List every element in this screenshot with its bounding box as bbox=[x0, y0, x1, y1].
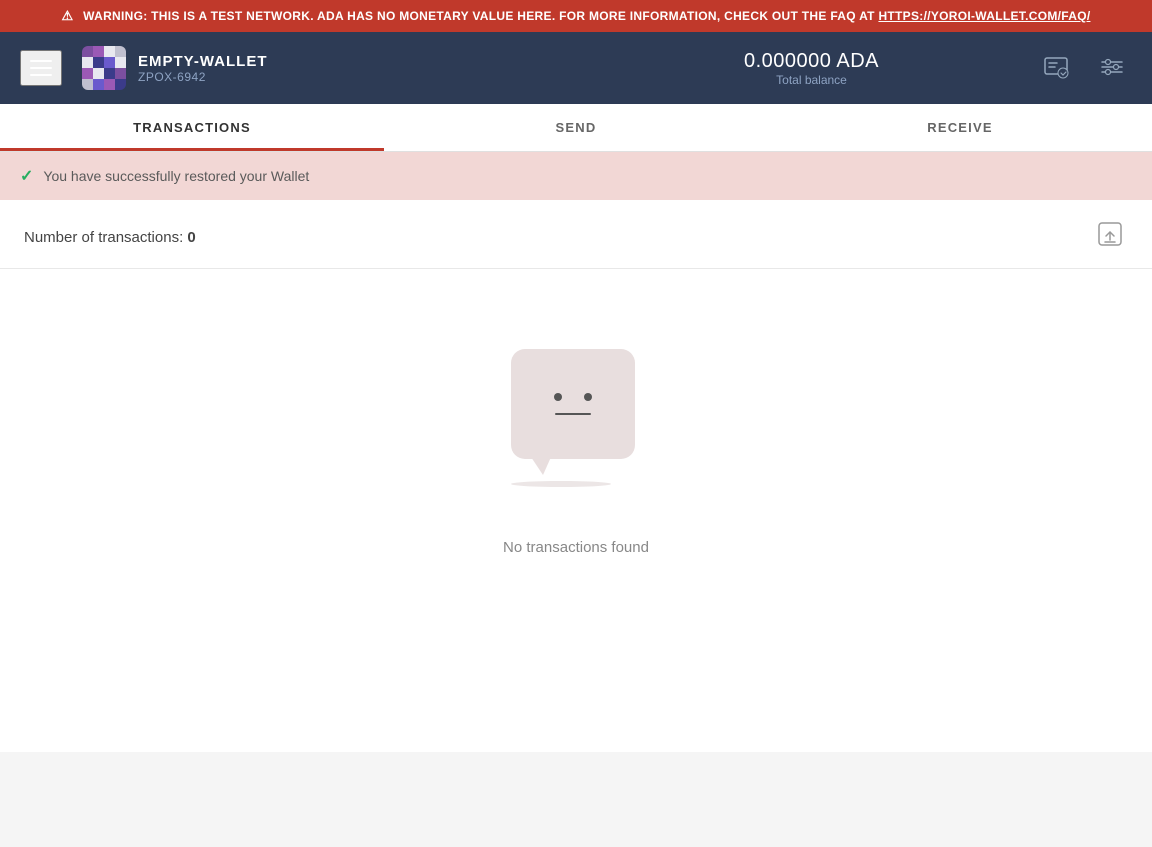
header: EMPTY-WALLET ZPOX-6942 0.000000 ADA Tota… bbox=[0, 32, 1152, 104]
empty-text: No transactions found bbox=[503, 539, 649, 556]
tx-count-label: Number of transactions: bbox=[24, 229, 187, 246]
balance-label: Total balance bbox=[587, 73, 1036, 87]
transaction-count-row: Number of transactions: 0 bbox=[0, 200, 1152, 269]
balance-amount: 0.000000 ADA bbox=[587, 50, 1036, 73]
transaction-count-text: Number of transactions: 0 bbox=[24, 229, 196, 246]
main-content: ✓ You have successfully restored your Wa… bbox=[0, 152, 1152, 752]
wallet-action-button[interactable] bbox=[1036, 47, 1076, 90]
hamburger-line-3 bbox=[30, 74, 52, 76]
success-message: You have successfully restored your Wall… bbox=[43, 168, 309, 184]
bubble-eyes bbox=[554, 393, 592, 401]
warning-icon: ⚠ bbox=[62, 8, 74, 23]
empty-shadow bbox=[511, 481, 611, 487]
empty-illustration bbox=[511, 349, 641, 509]
success-banner: ✓ You have successfully restored your Wa… bbox=[0, 152, 1152, 200]
warning-banner: ⚠ WARNING: THIS IS A TEST NETWORK. ADA H… bbox=[0, 0, 1152, 32]
bubble-eye-right bbox=[584, 393, 592, 401]
bubble-mouth bbox=[555, 413, 591, 415]
speech-bubble bbox=[511, 349, 635, 459]
tabs: TRANSACTIONS SEND RECEIVE bbox=[0, 104, 1152, 152]
tx-count-number: 0 bbox=[187, 229, 195, 246]
balance-section: 0.000000 ADA Total balance bbox=[587, 50, 1036, 87]
wallet-avatar bbox=[82, 46, 126, 90]
check-icon: ✓ bbox=[20, 166, 33, 186]
hamburger-line-1 bbox=[30, 60, 52, 62]
tab-receive[interactable]: RECEIVE bbox=[768, 104, 1152, 151]
tab-transactions[interactable]: TRANSACTIONS bbox=[0, 104, 384, 151]
wallet-name: EMPTY-WALLET bbox=[138, 53, 587, 70]
warning-text: WARNING: THIS IS A TEST NETWORK. ADA HAS… bbox=[83, 9, 875, 23]
empty-state: No transactions found bbox=[0, 269, 1152, 616]
hamburger-menu-button[interactable] bbox=[20, 50, 62, 86]
hamburger-line-2 bbox=[30, 67, 52, 69]
bubble-eye-left bbox=[554, 393, 562, 401]
settings-button[interactable] bbox=[1092, 47, 1132, 90]
tab-send[interactable]: SEND bbox=[384, 104, 768, 151]
warning-link[interactable]: HTTPS://YOROI-WALLET.COM/FAQ/ bbox=[878, 9, 1090, 23]
header-actions bbox=[1036, 47, 1132, 90]
export-button[interactable] bbox=[1092, 216, 1128, 258]
wallet-info: EMPTY-WALLET ZPOX-6942 bbox=[138, 53, 587, 84]
wallet-id: ZPOX-6942 bbox=[138, 70, 587, 84]
